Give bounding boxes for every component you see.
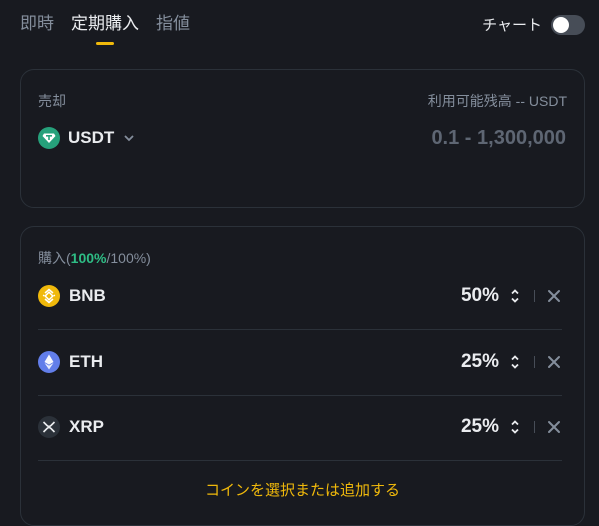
buy-card: 購入(100%/100%) BNB 50% ETH 25% XRP 25% コイ…	[20, 226, 585, 526]
close-icon[interactable]	[546, 419, 562, 435]
toggle-knob	[553, 16, 569, 33]
tab-limit[interactable]: 指値	[156, 12, 190, 36]
coin-name: ETH	[69, 352, 103, 371]
sell-amount-input[interactable]	[324, 126, 568, 151]
chart-toggle-group: チャート	[482, 14, 585, 35]
percent-stepper[interactable]	[509, 352, 521, 372]
allocation-percent[interactable]: 50%	[461, 285, 499, 307]
sell-header: 売却 利用可能残高 -- USDT	[38, 91, 567, 111]
divider	[534, 356, 535, 368]
divider	[534, 290, 535, 302]
sell-coin-selector[interactable]: USDT	[38, 127, 136, 149]
chart-toggle[interactable]	[551, 14, 585, 35]
percent-stepper[interactable]	[509, 417, 521, 437]
divider	[534, 421, 535, 433]
chevron-down-icon	[122, 131, 136, 145]
sell-card: 売却 利用可能残高 -- USDT USDT	[20, 69, 585, 208]
eth-icon	[38, 351, 60, 373]
tab-instant[interactable]: 即時	[20, 12, 54, 36]
close-icon[interactable]	[546, 288, 562, 304]
allocation-percent[interactable]: 25%	[461, 416, 499, 438]
tab-recurring[interactable]: 定期購入	[71, 12, 139, 36]
chart-toggle-label: チャート	[482, 17, 542, 34]
list-item: BNB 50%	[38, 263, 562, 330]
coin-name: BNB	[69, 286, 106, 305]
percent-stepper[interactable]	[509, 286, 521, 306]
sell-coin-name: USDT	[68, 128, 115, 147]
trade-mode-tabs: 即時 定期購入 指値	[20, 12, 190, 36]
sell-title: 売却	[38, 93, 66, 109]
coin-name: XRP	[69, 417, 104, 436]
list-item: ETH 25%	[38, 329, 562, 396]
list-item: XRP 25%	[38, 394, 562, 461]
allocation-percent[interactable]: 25%	[461, 351, 499, 373]
close-icon[interactable]	[546, 354, 562, 370]
bnb-icon	[38, 285, 60, 307]
xrp-icon	[38, 416, 60, 438]
add-coin-link[interactable]: コインを選択または追加する	[21, 479, 584, 500]
usdt-icon	[38, 127, 60, 149]
available-balance: 利用可能残高 -- USDT	[427, 93, 567, 109]
